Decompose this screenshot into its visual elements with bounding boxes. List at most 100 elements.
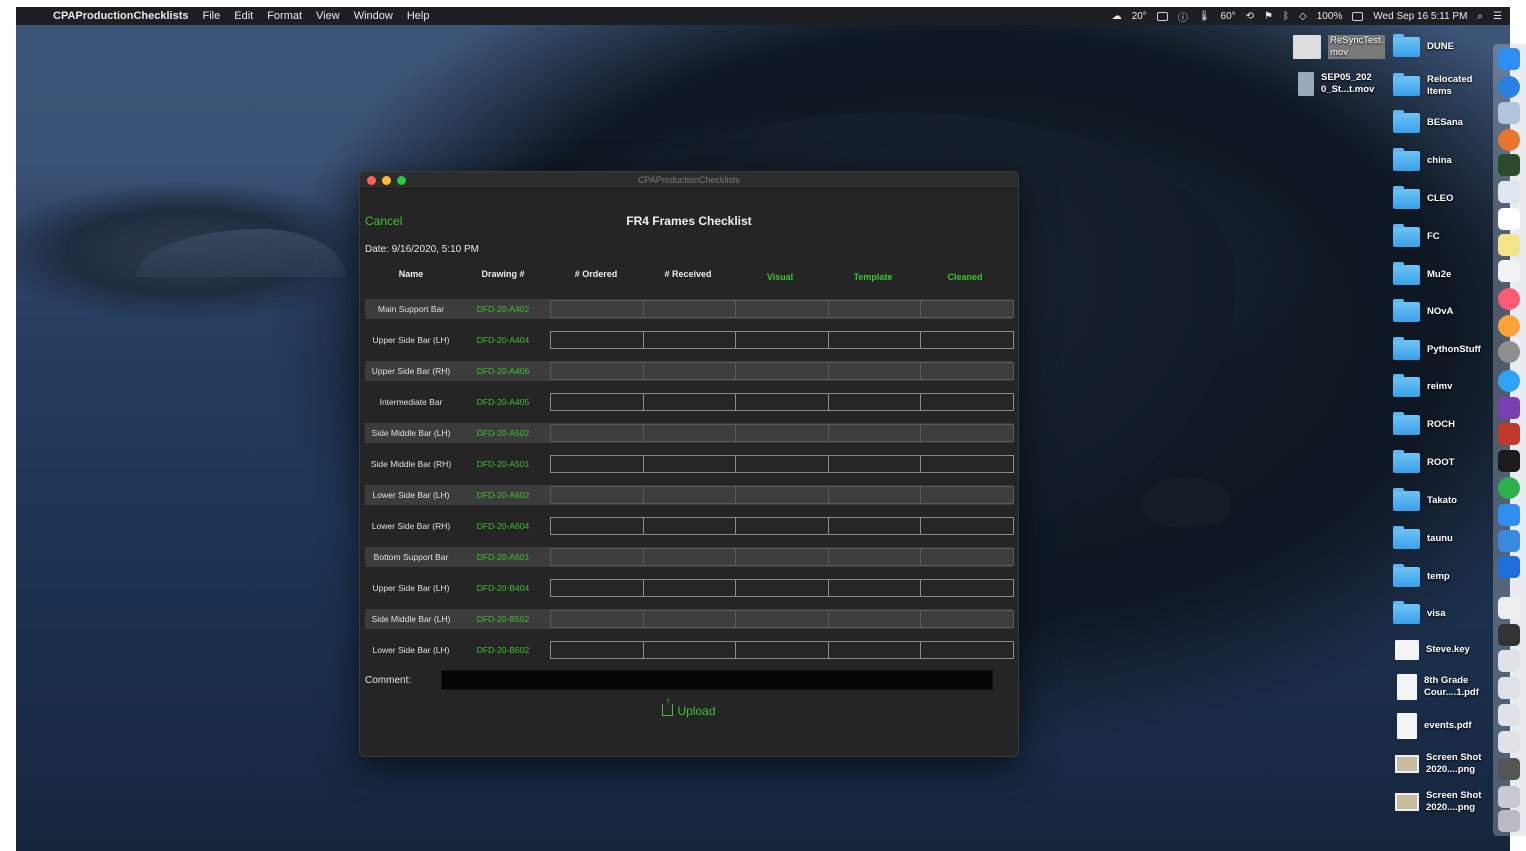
ordered-cell[interactable] [550,300,644,318]
visual-cell[interactable] [735,331,829,349]
terminal-icon[interactable] [1498,154,1520,176]
desktop-file-screenshot-2[interactable]: Screen Shot 2020....png [1395,790,1481,814]
preview-icon[interactable] [1498,102,1520,124]
document-icon-2[interactable] [1498,650,1520,672]
received-cell[interactable] [642,486,737,504]
visual-cell[interactable] [735,486,829,504]
chrome-icon[interactable] [1498,477,1520,499]
desktop-folder-cleo[interactable]: CLEO [1393,186,1453,209]
desktop-folder-relocated-items[interactable]: Relocated Items [1393,73,1472,98]
menu-help[interactable]: Help [400,10,437,22]
music-icon[interactable] [1498,288,1520,310]
flag-icon[interactable]: ⚑ [1264,11,1273,22]
template-cell[interactable] [827,610,922,628]
desktop-folder-dune[interactable]: DUNE [1393,34,1454,57]
script-editor-icon[interactable] [1498,530,1520,552]
desktop-file-8th-grade-pdf[interactable]: 8th Grade Cour....1.pdf [1397,674,1479,700]
template-cell[interactable] [827,579,922,597]
desktop-folder-nova[interactable]: NOvA [1393,299,1453,322]
template-cell[interactable] [827,331,922,349]
template-cell[interactable] [827,300,922,318]
desktop-folder-visa[interactable]: visa [1393,601,1446,624]
ordered-cell[interactable] [550,548,644,566]
template-cell[interactable] [827,486,922,504]
time-machine-icon[interactable]: ⟲ [1246,11,1254,22]
ordered-cell[interactable] [550,579,644,597]
visual-cell[interactable] [735,610,829,628]
bluetooth-icon[interactable]: ᛒ [1283,11,1289,22]
document-icon-3[interactable] [1498,677,1520,699]
desktop-folder-roch[interactable]: ROCH [1393,412,1455,435]
menu-file[interactable]: File [196,10,228,22]
template-cell[interactable] [827,393,922,411]
template-cell[interactable] [827,517,922,535]
ordered-cell[interactable] [550,362,644,380]
visual-cell[interactable] [735,393,829,411]
cleaned-cell[interactable] [920,517,1014,535]
calendar-icon[interactable] [1498,208,1520,230]
document-icon-1[interactable] [1498,624,1520,646]
desktop-folder-taunu[interactable]: taunu [1393,526,1453,549]
spotlight-search-icon[interactable]: ⌕ [1477,11,1483,22]
cpu-monitor-icon[interactable] [1156,11,1168,21]
desktop-folder-root[interactable]: ROOT [1393,450,1454,473]
visual-cell[interactable] [735,455,829,473]
menu-app-name[interactable]: CPAProductionChecklists [46,10,196,22]
received-cell[interactable] [642,548,737,566]
cleaned-cell[interactable] [920,362,1014,380]
firefox-icon[interactable] [1498,129,1520,151]
menu-format[interactable]: Format [260,10,309,22]
keynote-icon[interactable] [1498,556,1520,578]
weather-icon[interactable]: ☁ [1112,11,1122,22]
cleaned-cell[interactable] [920,548,1014,566]
cleaned-cell[interactable] [920,300,1014,318]
desktop-file-steve-key[interactable]: Steve.key [1395,640,1470,660]
document-icon-4[interactable] [1498,704,1520,726]
desktop-icon-sep05-movie[interactable]: SEP05_202 0_St...t.mov [1298,72,1374,96]
comment-input[interactable] [441,670,993,690]
desktop-folder-takato[interactable]: Takato [1393,488,1457,511]
desktop-folder-reimv[interactable]: reimv [1393,374,1452,397]
trash-icon[interactable] [1498,810,1520,832]
cleaned-cell[interactable] [920,486,1014,504]
temperature-icon[interactable]: 🌡 [1198,11,1211,22]
template-cell[interactable] [827,424,922,442]
desktop-folder-mu2e[interactable]: Mu2e [1393,262,1451,285]
menu-edit[interactable]: Edit [227,10,260,22]
cleaned-cell[interactable] [920,610,1014,628]
visual-cell[interactable] [735,300,829,318]
desktop-folder-besana[interactable]: BESana [1393,110,1463,133]
document-icon-6[interactable] [1498,758,1520,780]
ordered-cell[interactable] [550,641,644,659]
visual-cell[interactable] [735,424,829,442]
downloads-stack-icon[interactable] [1498,786,1520,808]
template-cell[interactable] [827,641,922,659]
desktop-icon-resynctest[interactable]: ReSyncTest. mov [1293,35,1386,59]
received-cell[interactable] [642,579,737,597]
ordered-cell[interactable] [550,486,644,504]
received-cell[interactable] [642,300,737,318]
ordered-cell[interactable] [550,424,644,442]
battery-percent[interactable]: 100% [1317,11,1343,22]
cleaned-cell[interactable] [920,393,1014,411]
onenote-icon[interactable] [1498,397,1520,419]
ordered-cell[interactable] [550,517,644,535]
photo-booth-icon[interactable] [1498,260,1520,282]
visual-cell[interactable] [735,548,829,566]
safari-icon[interactable] [1498,76,1520,98]
window-title-bar[interactable]: CPAProductionChecklists [360,172,1018,189]
wifi-icon[interactable]: ◇ [1299,11,1307,22]
messages-icon[interactable] [1498,370,1520,392]
received-cell[interactable] [642,610,737,628]
desktop-folder-china[interactable]: china [1393,148,1452,171]
ordered-cell[interactable] [550,455,644,473]
visual-cell[interactable] [735,579,829,597]
qr-app-icon[interactable] [1498,597,1520,619]
finder-icon[interactable] [1498,48,1520,70]
desktop-file-events-pdf[interactable]: events.pdf [1397,713,1472,739]
visual-cell[interactable] [735,641,829,659]
info-icon[interactable]: ⓘ [1178,9,1188,24]
visual-cell[interactable] [735,362,829,380]
received-cell[interactable] [642,331,737,349]
upload-button[interactable]: Upload [360,696,1018,718]
